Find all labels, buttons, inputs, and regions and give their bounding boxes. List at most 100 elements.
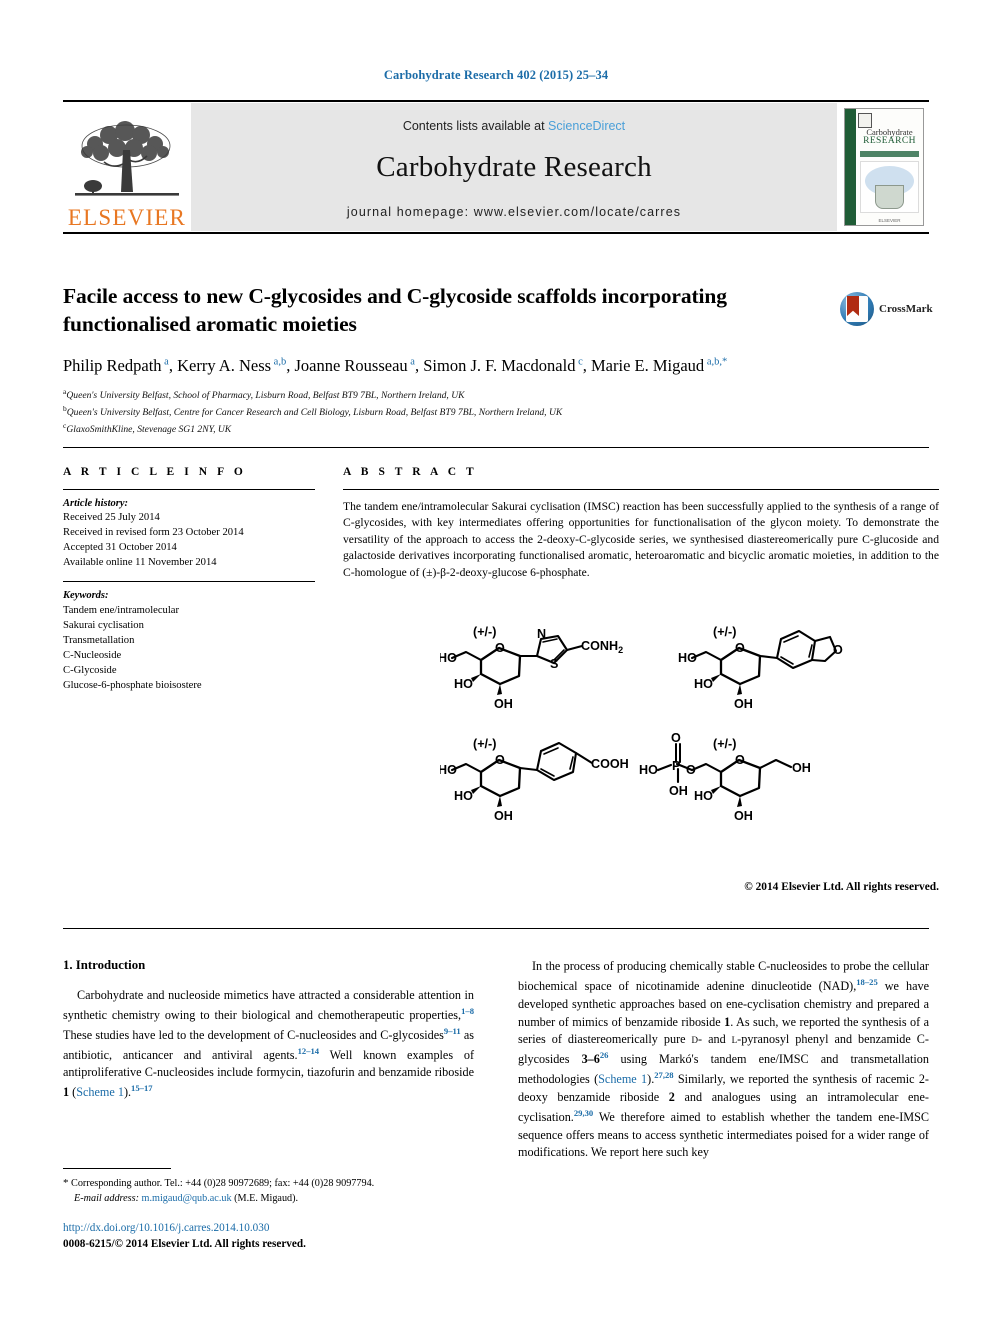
citation-ref[interactable]: 27,28: [654, 1070, 673, 1080]
journal-cover-thumbnail: Carbohydrate RESEARCH ELSEVIER: [837, 102, 929, 232]
author-name[interactable]: Philip Redpath: [63, 356, 162, 375]
citation-ref[interactable]: 1–8: [461, 1006, 474, 1016]
issn-copyright: 0008-6215/© 2014 Elsevier Ltd. All right…: [63, 1238, 306, 1251]
journal-title: Carbohydrate Research: [376, 151, 652, 183]
corresponding-author-footnote: * Corresponding author. Tel.: +44 (0)28 …: [63, 1168, 474, 1207]
keyword-item: C-Nucleoside: [63, 650, 122, 662]
scheme-link[interactable]: Scheme 1: [598, 1072, 647, 1086]
citation-ref[interactable]: 12–14: [298, 1046, 319, 1056]
keyword-item: Glucose-6-phosphate bioisostere: [63, 680, 202, 692]
atom-label-OH: OH: [734, 697, 753, 711]
atom-label-HO: HO: [440, 763, 457, 777]
cover-subtitle-bar: [860, 151, 919, 157]
masthead-center: Contents lists available at ScienceDirec…: [191, 103, 837, 231]
affiliation-text: Queen's University Belfast, School of Ph…: [66, 389, 465, 401]
footnote-contact: Corresponding author. Tel.: +44 (0)28 90…: [71, 1178, 375, 1189]
text-run: Carbohydrate and nucleoside mimetics hav…: [63, 988, 474, 1022]
citation-ref[interactable]: 29,30: [574, 1108, 593, 1118]
atom-label-OH: OH: [792, 761, 811, 775]
author-affiliation-mark: a,b: [271, 356, 287, 368]
crossmark-badge[interactable]: CrossMark: [840, 288, 940, 330]
footnote-marker: *: [63, 1177, 69, 1189]
cover-artwork: [860, 161, 919, 213]
author-affiliation-mark: a,b,*: [704, 356, 728, 368]
author-affiliation-mark: a: [161, 356, 169, 368]
page-title: Facile access to new C-glycosides and C-…: [63, 284, 727, 336]
atom-label-OH: OH: [734, 809, 753, 823]
compound-number: 3–6: [581, 1052, 600, 1067]
history-item: Accepted 31 October 2014: [63, 542, 177, 554]
text-run: These studies have led to the developmen…: [63, 1027, 444, 1042]
atom-label-OH: OH: [494, 697, 513, 711]
cover-footer-mark: ELSEVIER: [878, 218, 901, 223]
article-history-label: Article history:: [63, 498, 129, 509]
crossmark-label: CrossMark: [879, 303, 933, 315]
author-name[interactable]: Kerry A. Ness: [177, 356, 271, 375]
citation-ref[interactable]: 15–17: [131, 1083, 152, 1093]
affiliation-item: aQueen's University Belfast, School of P…: [63, 386, 943, 403]
author-separator: ,: [582, 355, 591, 375]
sciencedirect-link[interactable]: ScienceDirect: [548, 119, 625, 133]
atom-label-S: S: [550, 657, 558, 671]
abstract-copyright: © 2014 Elsevier Ltd. All rights reserved…: [744, 881, 939, 893]
graphical-abstract-structures: (+/-) HO O HO OH N S CONH2 (+/-) HO O HO…: [440, 625, 843, 823]
crossmark-icon: [840, 292, 874, 326]
affiliation-list: aQueen's University Belfast, School of P…: [63, 386, 943, 438]
keyword-item: C-Glycoside: [63, 665, 117, 677]
footnote-divider: [63, 1168, 171, 1169]
history-item: Received in revised form 23 October 2014: [63, 527, 244, 539]
article-info-section: A R T I C L E I N F O Article history: R…: [63, 466, 315, 693]
keywords-divider: [63, 581, 315, 583]
atom-label-HO: HO: [639, 763, 658, 777]
citation-ref[interactable]: 18–25: [856, 977, 877, 987]
atom-label-HO: HO: [454, 677, 473, 691]
racemic-label: (+/-): [473, 625, 496, 639]
history-item: Available online 11 November 2014: [63, 557, 217, 569]
author-name[interactable]: Marie E. Migaud: [591, 356, 704, 375]
affiliation-text: GlaxoSmithKline, Stevenage SG1 2NY, UK: [66, 424, 232, 436]
article-header: Facile access to new C-glycosides and C-…: [63, 283, 823, 438]
atom-label-P: P: [672, 759, 680, 773]
author-affiliation-mark: a: [407, 356, 415, 368]
author-name[interactable]: Simon J. F. Macdonald: [423, 356, 575, 375]
citation-ref[interactable]: 9–11: [444, 1026, 461, 1036]
graphical-abstract: (+/-) HO O HO OH N S CONH2 (+/-) HO O HO…: [440, 612, 940, 877]
racemic-label: (+/-): [473, 737, 496, 751]
atom-label-O: O: [495, 641, 505, 655]
atom-label-O: O: [686, 763, 696, 777]
atom-label-OH: OH: [494, 809, 513, 823]
elsevier-wordmark: ELSEVIER: [67, 205, 187, 230]
journal-homepage[interactable]: journal homepage: www.elsevier.com/locat…: [191, 205, 837, 219]
paper-page: Carbohydrate Research 402 (2015) 25–34 E…: [0, 0, 992, 1323]
abstract-section: A B S T R A C T The tandem ene/intramole…: [343, 466, 939, 581]
racemic-label: (+/-): [713, 737, 736, 751]
contents-available-line: Contents lists available at ScienceDirec…: [191, 119, 837, 133]
header-divider: [63, 447, 929, 449]
body-column-left: 1. Introduction Carbohydrate and nucleos…: [63, 958, 474, 1102]
doi-link[interactable]: http://dx.doi.org/10.1016/j.carres.2014.…: [63, 1220, 493, 1236]
keyword-item: Sakurai cyclisation: [63, 620, 144, 632]
keywords-label: Keywords:: [63, 590, 109, 602]
keyword-item: Transmetallation: [63, 635, 135, 647]
footnote-text: * Corresponding author. Tel.: +44 (0)28 …: [63, 1176, 474, 1207]
affiliation-item: bQueen's University Belfast, Centre for …: [63, 403, 943, 420]
atom-label-HO: HO: [440, 651, 457, 665]
atom-label-O: O: [735, 641, 745, 655]
author-name[interactable]: Joanne Rousseau: [294, 356, 407, 375]
footnote-email-label: E-mail address:: [74, 1192, 139, 1204]
article-info-heading: A R T I C L E I N F O: [63, 466, 247, 478]
author-separator: ,: [168, 355, 178, 375]
article-history-list: Received 25 July 2014 Received in revise…: [63, 510, 315, 570]
contents-prefix: Contents lists available at: [402, 119, 549, 133]
footnote-email-link[interactable]: m.migaud@qub.ac.uk: [142, 1193, 232, 1204]
atom-label-O: O: [671, 731, 681, 745]
atom-label-O: O: [735, 753, 745, 767]
scheme-link[interactable]: Scheme 1: [76, 1085, 124, 1099]
elsevier-logo: ELSEVIER: [63, 102, 191, 232]
footnote-email-owner: (M.E. Migaud).: [231, 1192, 299, 1204]
cover-elsevier-mark: [858, 113, 872, 128]
atom-label-HO: HO: [454, 789, 473, 803]
text-run: ).: [123, 1085, 132, 1100]
text-run: - and: [698, 1032, 732, 1047]
abstract-heading: A B S T R A C T: [343, 466, 478, 478]
